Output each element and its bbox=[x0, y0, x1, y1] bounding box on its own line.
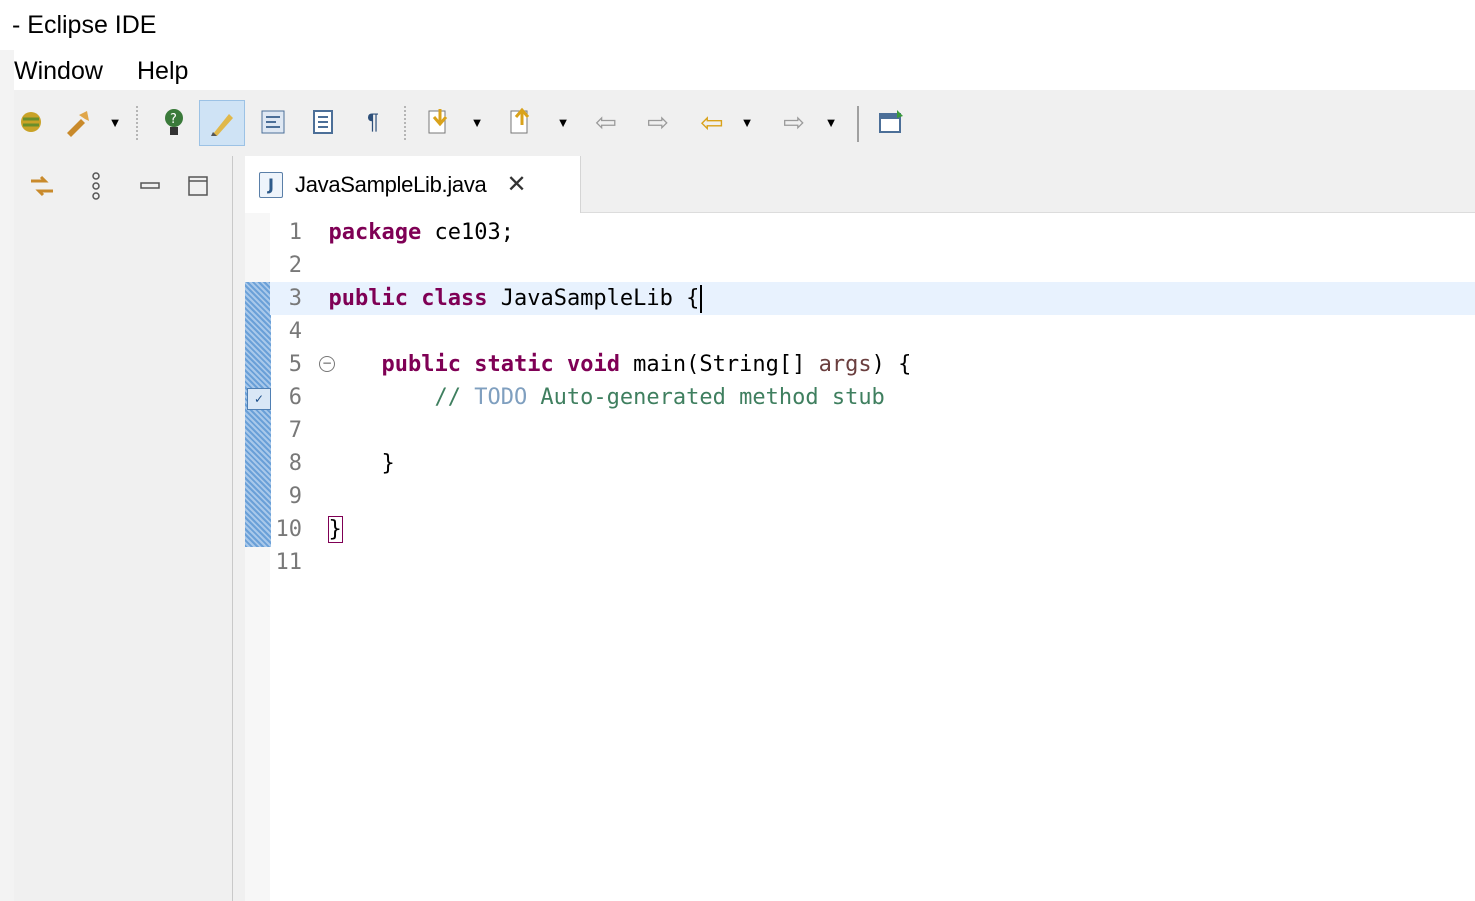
line-number: 8 bbox=[288, 451, 302, 476]
next-annotation-dropdown[interactable]: ▼ bbox=[468, 100, 486, 144]
show-whitespace-icon[interactable]: ¶ bbox=[358, 100, 388, 144]
code-line[interactable]: 5 − public static void main(String[] args… bbox=[270, 348, 1475, 381]
code-line[interactable]: 3 public class JavaSampleLib { bbox=[270, 282, 1475, 315]
next-annotation-icon[interactable] bbox=[420, 100, 460, 144]
code-token: Auto-generated method stub bbox=[527, 385, 885, 410]
line-number: 6 bbox=[288, 385, 302, 410]
line-number: 10 bbox=[275, 517, 303, 542]
code-token: } bbox=[328, 451, 395, 476]
left-window-edge bbox=[0, 0, 14, 901]
view-gap bbox=[233, 156, 245, 901]
code-token: TODO bbox=[474, 385, 528, 410]
back-dropdown[interactable]: ▼ bbox=[738, 100, 756, 144]
code-line[interactable]: 4 bbox=[270, 315, 1475, 348]
code-token: main(String[] bbox=[619, 352, 819, 377]
fold-toggle-icon[interactable]: − bbox=[319, 356, 335, 372]
menu-bar: Window Help bbox=[0, 52, 1475, 90]
tab-label: JavaSampleLib.java bbox=[295, 171, 487, 197]
maximize-icon[interactable] bbox=[180, 168, 216, 204]
external-tools-dropdown[interactable]: ▼ bbox=[106, 100, 124, 144]
code-line[interactable]: 6 // TODO Auto-generated method stub bbox=[270, 381, 1475, 414]
line-number: 3 bbox=[288, 286, 302, 311]
tab-javasamplelib[interactable]: J JavaSampleLib.java ✕ bbox=[245, 156, 581, 213]
svg-text:?: ? bbox=[170, 112, 177, 127]
code-token: class bbox=[421, 286, 488, 311]
close-icon[interactable]: ✕ bbox=[507, 170, 527, 199]
line-number: 9 bbox=[288, 484, 302, 509]
external-tools-icon[interactable] bbox=[58, 100, 98, 144]
help-tip-icon[interactable]: ? bbox=[154, 100, 194, 144]
code-token: package bbox=[328, 220, 422, 245]
editor-tab-bar: J JavaSampleLib.java ✕ bbox=[245, 156, 1475, 213]
main-toolbar: ▼ ? ¶ ▼ ▼ ⇦ ⇨ ⇦ ▼ ⇨ ▼ bbox=[14, 90, 1475, 157]
toolbar-separator bbox=[136, 106, 138, 140]
toggle-breadcrumb-icon[interactable] bbox=[256, 100, 290, 144]
prev-annotation-dropdown[interactable]: ▼ bbox=[554, 100, 572, 144]
title-bar: - Eclipse IDE bbox=[0, 0, 1475, 50]
forward-dropdown[interactable]: ▼ bbox=[822, 100, 840, 144]
line-number: 5 bbox=[288, 352, 302, 377]
line-number: 2 bbox=[288, 253, 302, 278]
code-line[interactable]: 10 } bbox=[270, 513, 1475, 546]
code-line[interactable]: 9 bbox=[270, 480, 1475, 513]
code-line[interactable]: 8 } bbox=[270, 447, 1475, 480]
menu-window[interactable]: Window bbox=[14, 52, 103, 90]
line-number: 11 bbox=[275, 550, 303, 575]
window-title: - Eclipse IDE bbox=[12, 11, 157, 39]
change-marker bbox=[245, 282, 271, 547]
toolbar-separator bbox=[404, 106, 406, 140]
code-token: public bbox=[328, 286, 408, 311]
task-marker-icon[interactable]: ✓ bbox=[247, 388, 271, 410]
code-token: JavaSampleLib { bbox=[487, 286, 700, 311]
code-line[interactable]: 2 bbox=[270, 249, 1475, 282]
code-token: } bbox=[327, 516, 343, 543]
code-token: ) { bbox=[871, 352, 912, 377]
text-caret bbox=[700, 285, 703, 313]
code-editor: J JavaSampleLib.java ✕ ✓ 1 package ce103… bbox=[245, 156, 1475, 901]
code-token: void bbox=[566, 352, 620, 377]
prev-annotation-icon[interactable] bbox=[502, 100, 542, 144]
highlight-icon[interactable] bbox=[199, 100, 245, 146]
left-side-view bbox=[14, 156, 233, 901]
code-line[interactable]: 11 bbox=[270, 546, 1475, 579]
code-token: static bbox=[474, 352, 554, 377]
menu-help[interactable]: Help bbox=[137, 52, 188, 90]
minimize-icon[interactable] bbox=[132, 168, 168, 204]
code-line[interactable]: 7 bbox=[270, 414, 1475, 447]
line-number: 7 bbox=[288, 418, 302, 443]
line-number: 4 bbox=[288, 319, 302, 344]
last-edit-back-icon[interactable]: ⇦ bbox=[584, 100, 628, 144]
link-with-editor-icon[interactable] bbox=[24, 168, 60, 204]
code-area[interactable]: ✓ 1 package ce103; 2 3 public class JavaS… bbox=[245, 213, 1475, 901]
code-line[interactable]: 1 package ce103; bbox=[270, 216, 1475, 249]
forward-icon[interactable]: ⇨ bbox=[772, 100, 816, 144]
code-token: args bbox=[818, 352, 872, 377]
code-token: public bbox=[381, 352, 461, 377]
java-file-icon: J bbox=[259, 171, 283, 198]
block-selection-icon[interactable] bbox=[306, 100, 340, 144]
toolbar-separator bbox=[857, 106, 859, 142]
code-token: // bbox=[328, 385, 475, 410]
open-perspective-icon[interactable] bbox=[872, 100, 912, 144]
last-edit-forward-icon[interactable]: ⇨ bbox=[636, 100, 680, 144]
code-token: ce103; bbox=[421, 220, 514, 245]
debug-run-icon[interactable] bbox=[14, 100, 48, 144]
back-icon[interactable]: ⇦ bbox=[690, 100, 734, 144]
line-number: 1 bbox=[288, 220, 302, 245]
view-menu-icon[interactable] bbox=[78, 168, 114, 204]
